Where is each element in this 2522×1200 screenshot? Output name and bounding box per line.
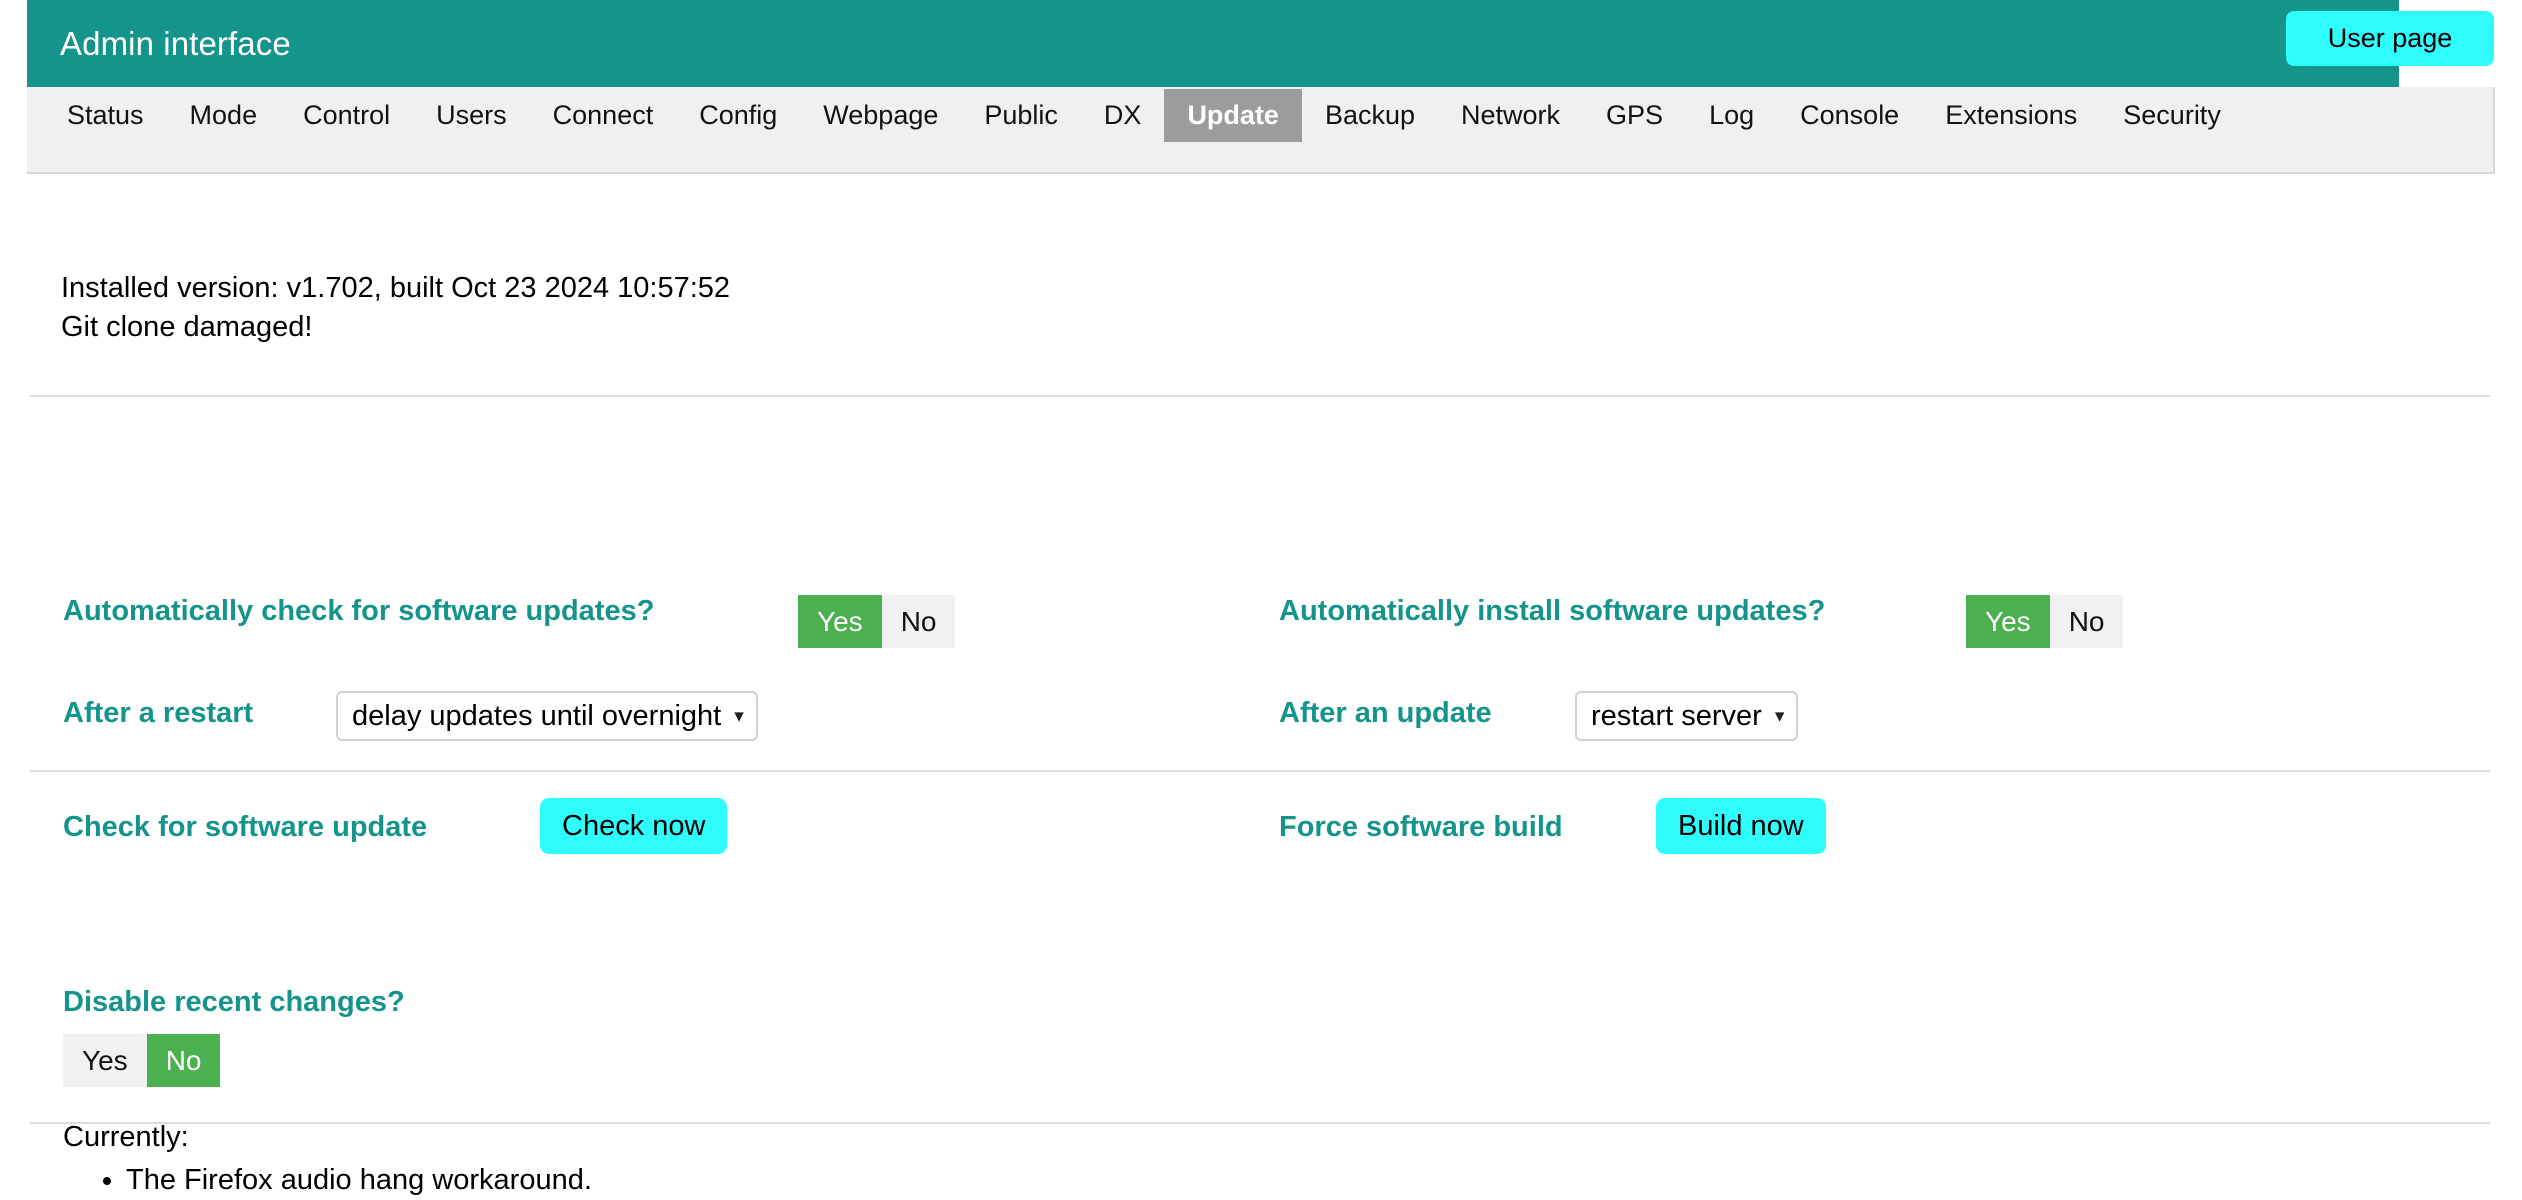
auto-check-label-wrap: Automatically check for software updates… [63,595,654,628]
version-info: Installed version: v1.702, built Oct 23 … [61,269,730,347]
disable-changes-label-wrap: Disable recent changes? [63,986,405,1019]
nav-item-update[interactable]: Update [1164,89,1302,142]
main-navigation: Status Mode Control Users Connect Config… [27,87,2495,174]
auto-install-label-wrap: Automatically install software updates? [1279,595,1825,628]
check-update-label: Check for software update [63,811,428,843]
nav-item-public[interactable]: Public [961,89,1081,142]
nav-item-users[interactable]: Users [413,89,530,142]
force-build-label-wrap: Force software build [1279,811,1563,844]
auto-check-toggle[interactable]: Yes No [798,595,956,648]
recent-changes-list: The Firefox audio hang workaround. [63,1160,592,1200]
nav-row: Status Mode Control Users Connect Config… [27,87,2493,144]
force-build-label: Force software build [1279,811,1563,843]
auto-install-no-button[interactable]: No [2049,595,2124,648]
admin-header: Admin interface [27,0,2399,87]
nav-item-status[interactable]: Status [44,89,167,142]
check-now-button[interactable]: Check now [540,798,728,854]
disable-changes-no-button[interactable]: No [146,1034,221,1087]
nav-item-backup[interactable]: Backup [1302,89,1438,142]
nav-item-dx[interactable]: DX [1081,89,1165,142]
installed-version-text: Installed version: v1.702, built Oct 23 … [61,272,731,304]
after-update-value: restart server [1591,699,1762,732]
disable-changes-toggle[interactable]: Yes No [63,1034,221,1087]
nav-item-gps[interactable]: GPS [1583,89,1686,142]
list-item: The Firefox audio hang workaround. [126,1160,592,1200]
build-now-button[interactable]: Build now [1656,798,1826,854]
nav-item-webpage[interactable]: Webpage [800,89,961,142]
check-now-wrap: Check now [540,798,728,854]
after-restart-select-wrap[interactable]: delay updates until overnight ▾ [336,691,758,741]
currently-label: Currently: [63,1121,189,1153]
divider-middle [30,770,2490,772]
auto-check-yes-button[interactable]: Yes [798,595,882,648]
nav-item-mode[interactable]: Mode [167,89,281,142]
divider-top [30,395,2490,397]
after-update-select-wrap[interactable]: restart server ▾ [1575,691,1799,741]
nav-item-log[interactable]: Log [1686,89,1777,142]
auto-install-toggle[interactable]: Yes No [1966,595,2124,648]
nav-item-network[interactable]: Network [1438,89,1583,142]
after-restart-label: After a restart [63,697,254,729]
divider-bottom [30,1122,2490,1124]
nav-item-connect[interactable]: Connect [530,89,677,142]
after-update-label: After an update [1279,697,1492,729]
nav-item-console[interactable]: Console [1777,89,1922,142]
nav-item-config[interactable]: Config [676,89,800,142]
disable-changes-label: Disable recent changes? [63,986,405,1018]
check-update-label-wrap: Check for software update [63,811,427,844]
auto-check-no-button[interactable]: No [881,595,956,648]
auto-install-yes-button[interactable]: Yes [1966,595,2050,648]
after-restart-value: delay updates until overnight [352,699,722,732]
nav-item-control[interactable]: Control [280,89,413,142]
page-title: Admin interface [60,24,291,62]
disable-changes-yes-button[interactable]: Yes [63,1034,147,1087]
after-restart-label-wrap: After a restart [63,697,253,730]
after-update-label-wrap: After an update [1279,697,1492,730]
git-status-text: Git clone damaged! [61,311,313,343]
user-page-button[interactable]: User page [2286,11,2494,66]
chevron-down-icon: ▾ [734,705,744,727]
after-update-select[interactable]: restart server ▾ [1575,691,1799,741]
auto-check-label: Automatically check for software updates… [63,595,655,627]
build-now-wrap: Build now [1656,798,1826,854]
auto-install-label: Automatically install software updates? [1279,595,1826,627]
chevron-down-icon: ▾ [1774,705,1785,727]
nav-item-extensions[interactable]: Extensions [1922,89,2100,142]
nav-item-security[interactable]: Security [2100,89,2244,142]
after-restart-select[interactable]: delay updates until overnight ▾ [336,691,758,741]
